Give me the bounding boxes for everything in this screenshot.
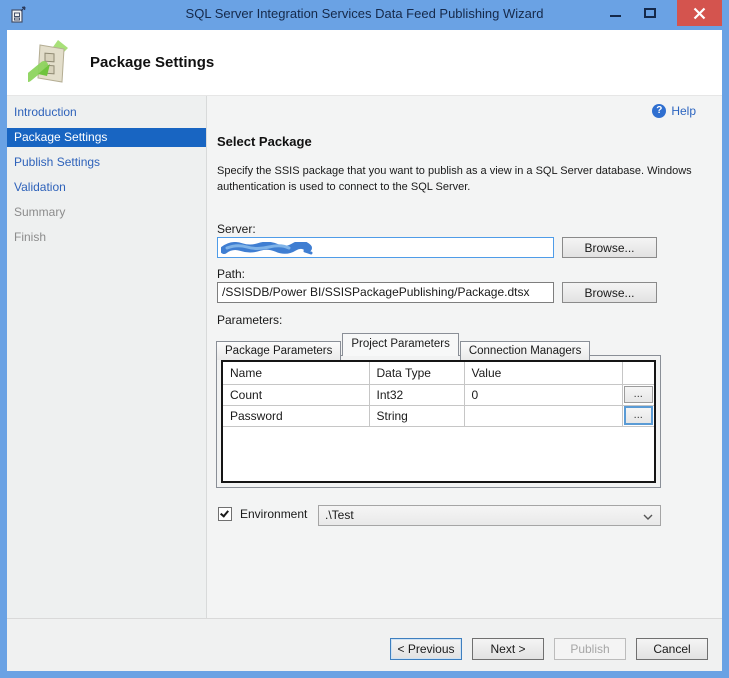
- publish-button: Publish: [554, 638, 626, 660]
- environment-label: Environment: [240, 507, 307, 521]
- parameters-label: Parameters:: [217, 313, 282, 327]
- help-label: Help: [671, 104, 696, 118]
- path-label: Path:: [217, 267, 245, 281]
- footer-buttons: < Previous Next > Publish Cancel: [390, 638, 708, 660]
- help-icon: [652, 104, 666, 118]
- sidebar-item-summary: Summary: [7, 203, 206, 222]
- server-redaction-scribble: [221, 242, 316, 255]
- wizard-window: SQL Server Integration Services Data Fee…: [0, 0, 729, 678]
- cell-data-type: Int32: [369, 384, 464, 405]
- title-bar: SQL Server Integration Services Data Fee…: [0, 0, 729, 30]
- sidebar-item-validation[interactable]: Validation: [7, 178, 206, 197]
- help-link[interactable]: Help: [652, 104, 696, 118]
- sidebar-item-publish-settings[interactable]: Publish Settings: [7, 153, 206, 172]
- sidebar-item-introduction[interactable]: Introduction: [7, 103, 206, 122]
- row-ellipsis-button[interactable]: ...: [624, 406, 653, 425]
- maximize-button[interactable]: [639, 0, 661, 26]
- server-browse-button[interactable]: Browse...: [562, 237, 657, 258]
- column-header-name: Name: [223, 362, 369, 384]
- maximize-icon: [644, 8, 656, 18]
- server-input[interactable]: [217, 237, 554, 258]
- previous-button[interactable]: < Previous: [390, 638, 462, 660]
- cancel-button[interactable]: Cancel: [636, 638, 708, 660]
- minimize-button[interactable]: [605, 0, 627, 26]
- row-ellipsis-button[interactable]: ...: [624, 386, 653, 403]
- tab-project-parameters[interactable]: Project Parameters: [342, 333, 458, 356]
- environment-dropdown[interactable]: .\Test: [318, 505, 661, 526]
- next-button[interactable]: Next >: [472, 638, 544, 660]
- column-header-data-type: Data Type: [369, 362, 464, 384]
- package-publish-icon: [28, 38, 72, 88]
- close-icon: [693, 7, 706, 20]
- sidebar-item-package-settings[interactable]: Package Settings: [7, 128, 206, 147]
- path-browse-button[interactable]: Browse...: [562, 282, 657, 303]
- environment-value: .\Test: [325, 508, 354, 522]
- table-row: Password String ...: [223, 405, 654, 426]
- path-input[interactable]: /SSISDB/Power BI/SSISPackagePublishing/P…: [217, 282, 554, 303]
- parameters-tab-panel: Name Data Type Value Count Int32 0 ...: [216, 355, 661, 488]
- parameters-table: Name Data Type Value Count Int32 0 ...: [223, 362, 654, 427]
- wizard-steps-sidebar: Introduction Package Settings Publish Se…: [7, 96, 207, 618]
- tab-package-parameters[interactable]: Package Parameters: [216, 341, 341, 360]
- close-button[interactable]: [677, 0, 722, 26]
- cell-name: Password: [223, 405, 369, 426]
- column-header-actions: [622, 362, 654, 384]
- checkmark-icon: [220, 508, 229, 517]
- main-pane: Help Select Package Specify the SSIS pac…: [208, 96, 722, 618]
- wizard-body: Package Settings Introduction Package Se…: [7, 30, 722, 671]
- path-value: /SSISDB/Power BI/SSISPackagePublishing/P…: [222, 285, 530, 299]
- cell-name: Count: [223, 384, 369, 405]
- page-title: Package Settings: [90, 54, 214, 71]
- chevron-down-icon: [643, 514, 653, 520]
- tab-connection-managers[interactable]: Connection Managers: [460, 341, 591, 360]
- minimize-icon: [610, 15, 621, 17]
- table-header-row: Name Data Type Value: [223, 362, 654, 384]
- cell-data-type: String: [369, 405, 464, 426]
- column-header-value: Value: [464, 362, 622, 384]
- server-label: Server:: [217, 222, 256, 236]
- cell-value[interactable]: 0: [464, 384, 622, 405]
- parameters-grid: Name Data Type Value Count Int32 0 ...: [221, 360, 656, 483]
- cell-value[interactable]: [464, 405, 622, 426]
- parameters-tabstrip: Package ParametersProject ParametersConn…: [216, 333, 591, 356]
- table-row: Count Int32 0 ...: [223, 384, 654, 405]
- sidebar-item-finish: Finish: [7, 228, 206, 247]
- section-description: Specify the SSIS package that you want t…: [217, 164, 722, 196]
- page-header: Package Settings: [7, 30, 722, 96]
- footer-bar: < Previous Next > Publish Cancel: [7, 618, 722, 671]
- section-title: Select Package: [217, 134, 312, 149]
- environment-checkbox[interactable]: [218, 507, 232, 521]
